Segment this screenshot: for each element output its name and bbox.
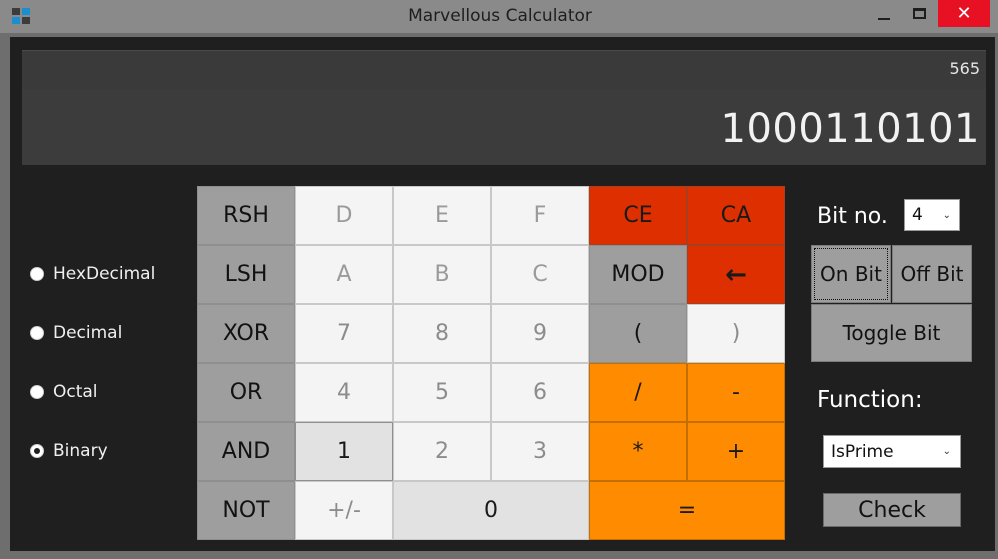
- radio-binary[interactable]: Binary: [30, 441, 108, 461]
- negate-button[interactable]: +/-: [295, 481, 393, 540]
- display-panel: 565 1000110101: [22, 50, 986, 165]
- radio-button-icon[interactable]: [30, 385, 44, 399]
- xor-button[interactable]: XOR: [197, 304, 295, 363]
- radio-button-checked-icon[interactable]: [30, 444, 44, 458]
- backspace-button[interactable]: ←: [687, 245, 785, 304]
- chevron-down-icon: ⌄: [942, 209, 951, 221]
- maximize-button[interactable]: [903, 0, 935, 27]
- radio-label: Decimal: [53, 323, 123, 343]
- close-icon: ✕: [956, 2, 972, 24]
- key-e-button[interactable]: E: [393, 186, 491, 245]
- digit-1-button[interactable]: 1: [295, 422, 393, 481]
- bit-number-label: Bit no.: [817, 204, 888, 229]
- divide-button[interactable]: /: [589, 363, 687, 422]
- radio-label: Binary: [53, 441, 108, 461]
- radio-button-icon[interactable]: [30, 267, 44, 281]
- clear-all-button[interactable]: CA: [687, 186, 785, 245]
- mod-button[interactable]: MOD: [589, 245, 687, 304]
- decimal-readout: 565: [949, 59, 980, 78]
- window-title: Marvellous Calculator: [408, 6, 592, 26]
- title-bar[interactable]: Marvellous Calculator ✕: [0, 0, 998, 33]
- digit-5-button[interactable]: 5: [393, 363, 491, 422]
- function-select[interactable]: IsPrime ⌄: [823, 435, 961, 468]
- close-button[interactable]: ✕: [938, 0, 990, 27]
- or-button[interactable]: OR: [197, 363, 295, 422]
- digit-2-button[interactable]: 2: [393, 422, 491, 481]
- add-button[interactable]: +: [687, 422, 785, 481]
- close-paren-button[interactable]: ): [687, 304, 785, 363]
- on-bit-button[interactable]: On Bit: [811, 245, 891, 303]
- digit-7-button[interactable]: 7: [295, 304, 393, 363]
- maximize-icon: [912, 8, 926, 19]
- function-label: Function:: [817, 387, 923, 413]
- key-f-button[interactable]: F: [491, 186, 589, 245]
- and-button[interactable]: AND: [197, 422, 295, 481]
- key-a-button[interactable]: A: [295, 245, 393, 304]
- function-value: IsPrime: [831, 441, 894, 462]
- digit-0-button[interactable]: 0: [393, 481, 589, 540]
- subtract-button[interactable]: -: [687, 363, 785, 422]
- lsh-button[interactable]: LSH: [197, 245, 295, 304]
- check-button[interactable]: Check: [823, 493, 961, 527]
- radio-octal[interactable]: Octal: [30, 382, 98, 402]
- open-paren-button[interactable]: (: [589, 304, 687, 363]
- radio-decimal[interactable]: Decimal: [30, 323, 122, 343]
- off-bit-button[interactable]: Off Bit: [892, 245, 972, 303]
- rsh-button[interactable]: RSH: [197, 186, 295, 245]
- equals-button[interactable]: =: [589, 481, 785, 540]
- digit-9-button[interactable]: 9: [491, 304, 589, 363]
- bit-number-select[interactable]: 4 ⌄: [904, 199, 960, 231]
- key-d-button[interactable]: D: [295, 186, 393, 245]
- digit-6-button[interactable]: 6: [491, 363, 589, 422]
- digit-8-button[interactable]: 8: [393, 304, 491, 363]
- multiply-button[interactable]: *: [589, 422, 687, 481]
- bit-number-value: 4: [912, 205, 923, 225]
- key-c-button[interactable]: C: [491, 245, 589, 304]
- key-b-button[interactable]: B: [393, 245, 491, 304]
- radio-label: HexDecimal: [53, 264, 156, 284]
- radio-label: Octal: [53, 382, 98, 402]
- not-button[interactable]: NOT: [197, 481, 295, 540]
- clear-entry-button[interactable]: CE: [589, 186, 687, 245]
- app-window: Marvellous Calculator ✕ 565 1000110101 H…: [0, 0, 998, 559]
- digit-4-button[interactable]: 4: [295, 363, 393, 422]
- radio-hexdecimal[interactable]: HexDecimal: [30, 264, 155, 284]
- minimize-button[interactable]: [868, 0, 900, 27]
- left-arrow-icon: ←: [725, 259, 747, 290]
- minimize-icon: [878, 17, 890, 20]
- radio-button-icon[interactable]: [30, 326, 44, 340]
- toggle-bit-button[interactable]: Toggle Bit: [811, 304, 972, 362]
- digit-3-button[interactable]: 3: [491, 422, 589, 481]
- main-readout: 1000110101: [720, 106, 980, 152]
- chevron-down-icon: ⌄: [942, 446, 951, 457]
